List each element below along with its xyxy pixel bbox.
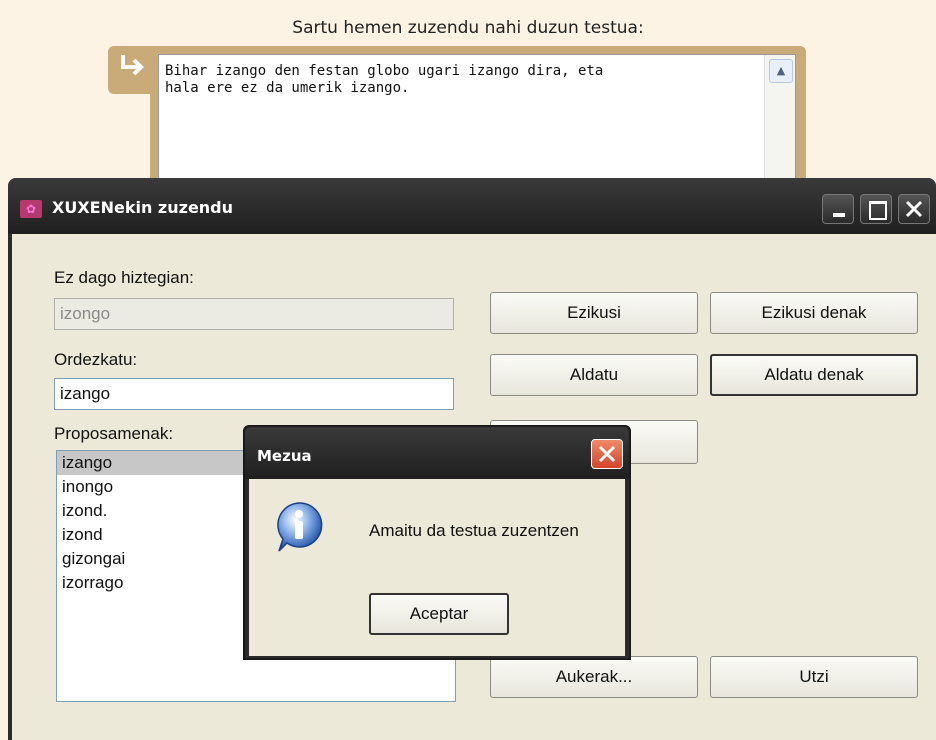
scroll-up-icon[interactable]: ▲	[769, 59, 793, 83]
message-body: Amaitu da testua zuzentzen Aceptar	[249, 479, 625, 656]
close-icon	[598, 445, 616, 463]
return-arrow-icon	[121, 55, 144, 76]
ignore-all-button[interactable]: Ezikusi denak	[710, 292, 918, 334]
change-all-button[interactable]: Aldatu denak	[710, 354, 918, 396]
ignore-button[interactable]: Ezikusi	[490, 292, 698, 334]
suggestions-label: Proposamenak:	[54, 424, 174, 443]
ok-button[interactable]: Aceptar	[369, 593, 509, 635]
message-title: Mezua	[257, 447, 312, 465]
replace-input[interactable]: izango	[54, 378, 454, 410]
dialog-title: XUXENekin zuzendu	[52, 198, 234, 217]
dialog-titlebar[interactable]: ✿ XUXENekin zuzendu	[8, 178, 936, 234]
options-button[interactable]: Aukerak...	[490, 656, 698, 698]
replace-label: Ordezkatu:	[54, 350, 138, 369]
message-close-button[interactable]	[591, 439, 623, 469]
instruction-text: Sartu hemen zuzendu nahi duzun testua:	[292, 18, 644, 38]
message-text: Amaitu da testua zuzentzen	[369, 521, 579, 540]
cancel-button[interactable]: Utzi	[710, 656, 918, 698]
message-box: Mezua Amaitu da testua zuzentzen Aceptar	[243, 425, 631, 660]
close-button[interactable]	[898, 194, 930, 224]
not-in-dictionary-label: Ez dago hiztegian:	[54, 268, 194, 287]
text-input-content: Bihar izango den festan globo ugari izan…	[165, 63, 604, 96]
close-icon	[905, 200, 923, 218]
maximize-button[interactable]	[860, 194, 892, 224]
return-arrow-tab	[108, 46, 156, 94]
info-icon	[277, 502, 323, 552]
minimize-button[interactable]	[822, 194, 854, 224]
not-in-dictionary-field: izongo	[54, 298, 454, 330]
app-logo-icon: ✿	[20, 200, 42, 218]
message-titlebar[interactable]: Mezua	[245, 427, 629, 479]
change-button[interactable]: Aldatu	[490, 354, 698, 396]
